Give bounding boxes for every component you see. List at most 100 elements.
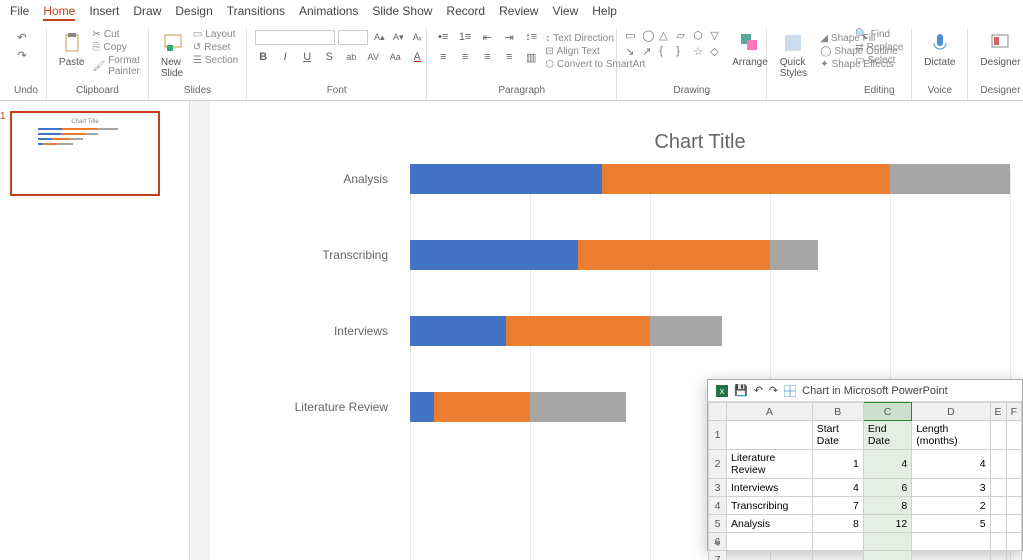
decrease-font-icon[interactable]: A▾ [390,29,406,45]
cell[interactable] [1006,497,1021,515]
bar-segment[interactable] [410,392,434,422]
row-header[interactable]: 7 [709,551,727,560]
bar-segment[interactable] [506,316,650,346]
bar-segment[interactable] [410,316,506,346]
cut-button[interactable]: ✂ Cut [92,29,139,40]
shape-effects-button[interactable]: ✦ Shape Effects [820,59,898,70]
cell[interactable]: 5 [912,515,990,533]
menu-animations[interactable]: Animations [299,4,358,21]
align-right-icon[interactable]: ≡ [479,49,495,65]
align-left-icon[interactable]: ≡ [435,49,451,65]
cell[interactable]: Literature Review [727,450,813,479]
linespacing-icon[interactable]: ↕≡ [523,29,539,45]
cell[interactable] [912,551,990,560]
case-icon[interactable]: Aa [387,49,403,65]
dictate-button[interactable]: Dictate [920,29,959,70]
cell[interactable]: 12 [863,515,911,533]
bar-segment[interactable] [650,316,722,346]
cell[interactable]: Start Date [812,421,863,450]
designer-button[interactable]: Designer [976,29,1023,70]
quick-styles-button[interactable]: Quick Styles [776,29,811,81]
shape-fill-button[interactable]: ◢ Shape Fill [820,33,898,44]
cell[interactable] [727,551,813,560]
font-color-icon[interactable]: A [409,49,425,65]
underline-icon[interactable]: U [299,49,315,65]
bullets-icon[interactable]: •≡ [435,29,451,45]
clear-format-icon[interactable]: Aₓ [409,29,425,45]
redo-mini-icon[interactable]: ↷ [769,384,778,397]
cell[interactable] [1006,533,1021,551]
menu-slideshow[interactable]: Slide Show [372,4,432,21]
cell[interactable] [1006,515,1021,533]
align-center-icon[interactable]: ≡ [457,49,473,65]
indent-inc-icon[interactable]: ⇥ [501,29,517,45]
col-header[interactable]: F [1006,403,1021,421]
bar-segment[interactable] [434,392,530,422]
cell[interactable] [990,497,1006,515]
cell[interactable] [812,533,863,551]
row-header[interactable]: 3 [709,479,727,497]
cell[interactable] [990,533,1006,551]
cell[interactable]: 4 [812,479,863,497]
convert-smartart-button[interactable]: ⬡ Convert to SmartArt [545,59,645,70]
cell[interactable]: 8 [863,497,911,515]
menu-record[interactable]: Record [446,4,485,21]
cell[interactable] [990,450,1006,479]
cell[interactable] [990,479,1006,497]
reset-button[interactable]: ↺ Reset [193,42,238,53]
shadow-icon[interactable]: ab [343,49,359,65]
data-grid[interactable]: ABCDEF1Start DateEnd DateLength (months)… [708,402,1022,560]
cell[interactable] [727,421,813,450]
menu-design[interactable]: Design [175,4,212,21]
menu-help[interactable]: Help [592,4,617,21]
bar-segment[interactable] [770,240,818,270]
bar-segment[interactable] [410,240,578,270]
copy-button[interactable]: ⎘ Copy [92,42,139,53]
menu-view[interactable]: View [552,4,578,21]
new-slide-button[interactable]: New Slide [157,29,189,81]
font-name-input[interactable] [255,30,335,45]
row-header[interactable]: 1 [709,421,727,450]
redo-icon[interactable]: ↷ [14,47,30,63]
col-header[interactable]: D [912,403,990,421]
cell[interactable]: 2 [912,497,990,515]
cell[interactable]: Analysis [727,515,813,533]
columns-icon[interactable]: ▥ [523,49,539,65]
cell[interactable] [1006,551,1021,560]
section-button[interactable]: ☰ Section [193,55,238,66]
shape-outline-button[interactable]: ◯ Shape Outline [820,46,898,57]
justify-icon[interactable]: ≡ [501,49,517,65]
cell[interactable]: Interviews [727,479,813,497]
numbering-icon[interactable]: 1≡ [457,29,473,45]
cell[interactable] [990,515,1006,533]
menu-draw[interactable]: Draw [133,4,161,21]
row-header[interactable]: 5 [709,515,727,533]
cell[interactable] [990,551,1006,560]
cell[interactable] [1006,450,1021,479]
cell[interactable]: 6 [863,479,911,497]
arrange-button[interactable]: Arrange [728,29,772,70]
col-header[interactable] [709,403,727,421]
slide-thumbnail-1[interactable]: Chart Title [10,111,160,196]
cell[interactable]: Transcribing [727,497,813,515]
bar-segment[interactable] [530,392,626,422]
chart-data-window[interactable]: X 💾 ↶ ↷ Chart in Microsoft PowerPoint AB… [707,379,1023,551]
col-header[interactable]: E [990,403,1006,421]
cell[interactable]: 7 [812,497,863,515]
bar-segment[interactable] [602,164,890,194]
chart-title[interactable]: Chart Title [210,101,1023,164]
row-header[interactable]: 2 [709,450,727,479]
menu-insert[interactable]: Insert [89,4,119,21]
cell[interactable] [727,533,813,551]
menu-transitions[interactable]: Transitions [227,4,285,21]
cell[interactable] [990,421,1006,450]
undo-icon[interactable]: ↶ [14,29,30,45]
cell[interactable]: End Date [863,421,911,450]
cell[interactable] [912,533,990,551]
col-header[interactable]: B [812,403,863,421]
cell[interactable] [812,551,863,560]
cell[interactable] [863,551,911,560]
align-text-button[interactable]: ⊟ Align Text [545,46,645,57]
paste-button[interactable]: Paste [55,29,89,70]
undo-mini-icon[interactable]: ↶ [754,384,763,397]
